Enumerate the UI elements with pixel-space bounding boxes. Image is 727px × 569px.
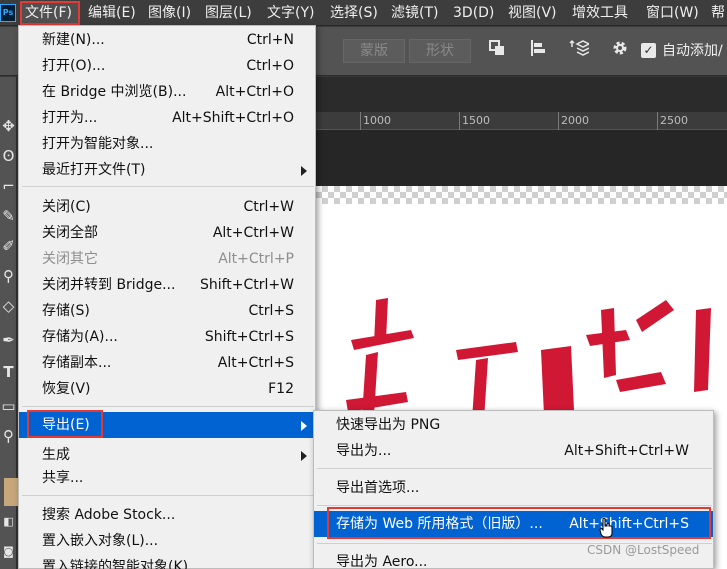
ruler-tick xyxy=(558,112,559,130)
menu-item-close-all[interactable]: 关闭全部 Alt+Ctrl+W xyxy=(19,220,315,246)
menu-bar: Ps 文件(F) 编辑(E) 图像(I) 图层(L) 文字(Y) 选择(S) 滤… xyxy=(0,0,727,26)
menu-item-open[interactable]: 打开(O)... Ctrl+O xyxy=(19,53,315,79)
menu-item-close-go-bridge[interactable]: 关闭并转到 Bridge... Shift+Ctrl+W xyxy=(19,272,315,298)
tools-panel: ✥ ʘ ⌐ ✎ ✐ ⚲ ◇ ✒ T ▭ ⚲ ◧ ◙ xyxy=(0,77,18,569)
menu-layer[interactable]: 图层(L) xyxy=(205,0,252,26)
submenu-item-quick-export-png[interactable]: 快速导出为 PNG xyxy=(314,412,713,438)
watermark: CSDN @LostSpeed xyxy=(587,543,700,557)
menu-item-revert[interactable]: 恢复(V) F12 xyxy=(19,376,315,402)
menu-view[interactable]: 视图(V) xyxy=(508,0,557,26)
menu-item-save-as[interactable]: 存储为(A)... Shift+Ctrl+S xyxy=(19,324,315,350)
menu-3d[interactable]: 3D(D) xyxy=(453,0,494,26)
menu-item-open-as[interactable]: 打开为... Alt+Shift+Ctrl+O xyxy=(19,105,315,131)
menu-item-place-embedded[interactable]: 置入嵌入对象(L)... xyxy=(19,528,315,554)
path-operations-icon[interactable] xyxy=(486,39,508,61)
shape-tool-icon[interactable]: ▭ xyxy=(0,393,17,419)
ruler-mark: 2000 xyxy=(561,114,589,127)
ruler-mark: 1000 xyxy=(363,114,391,127)
document-tab-bar xyxy=(316,77,727,112)
crop-tool-icon[interactable]: ⌐ xyxy=(0,173,17,199)
menu-item-save[interactable]: 存储(S) Ctrl+S xyxy=(19,298,315,324)
submenu-arrow-icon xyxy=(301,166,307,176)
auto-add-checkbox[interactable]: ✓ xyxy=(641,43,656,58)
submenu-item-export-preferences[interactable]: 导出首选项... xyxy=(314,475,713,501)
menu-type[interactable]: 文字(Y) xyxy=(267,0,314,26)
menu-item-close[interactable]: 关闭(C) Ctrl+W xyxy=(19,194,315,220)
lasso-tool-icon[interactable]: ʘ xyxy=(0,143,17,169)
menu-separator xyxy=(317,468,712,469)
hand-cursor-icon xyxy=(599,518,613,538)
horizontal-ruler: 1000 1500 2000 2500 xyxy=(316,112,727,130)
menu-separator xyxy=(22,495,314,496)
menu-item-close-others: 关闭其它 Alt+Ctrl+P xyxy=(42,251,294,267)
ruler-tick xyxy=(360,112,361,130)
zoom-tool-icon[interactable]: ⚲ xyxy=(0,423,17,449)
export-annotation-box xyxy=(27,410,103,438)
menu-separator xyxy=(22,406,314,407)
menu-item-recent-files[interactable]: 最近打开文件(T) xyxy=(19,157,315,183)
submenu-arrow-icon xyxy=(301,451,307,461)
ruler-tick xyxy=(459,112,460,130)
menu-edit[interactable]: 编辑(E) xyxy=(88,0,136,26)
type-tool-icon[interactable]: T xyxy=(0,359,17,385)
menu-item-place-linked[interactable]: 置入链接的智能对象(K)... xyxy=(19,554,315,569)
menu-separator xyxy=(22,186,314,187)
menu-item-search-adobe-stock[interactable]: 搜索 Adobe Stock... xyxy=(19,502,315,528)
menu-window[interactable]: 窗口(W) xyxy=(646,0,699,26)
menu-help[interactable]: 帮 xyxy=(711,0,725,26)
path-alignment-icon[interactable] xyxy=(527,39,549,61)
save-for-web-annotation-box xyxy=(327,507,711,539)
brush-tool-icon[interactable]: ✐ xyxy=(0,233,17,259)
submenu-arrow-icon xyxy=(301,421,307,431)
quick-mask-icon[interactable]: ◙ xyxy=(0,539,17,565)
menu-separator xyxy=(317,505,712,506)
menu-item-open-smart-object[interactable]: 打开为智能对象... xyxy=(19,131,315,157)
pen-tool-icon[interactable]: ✒ xyxy=(0,327,17,353)
eyedropper-tool-icon[interactable]: ✎ xyxy=(0,203,17,229)
calligraphy-artwork xyxy=(346,298,711,420)
path-arrangement-icon[interactable] xyxy=(568,39,591,61)
default-colors-icon[interactable]: ◧ xyxy=(0,509,17,535)
menu-item-share[interactable]: 共享... xyxy=(19,465,315,491)
move-tool-icon[interactable]: ✥ xyxy=(0,113,17,139)
photoshop-logo-icon: Ps xyxy=(0,4,16,22)
menu-plugins[interactable]: 增效工具 xyxy=(572,0,628,26)
submenu-item-export-as[interactable]: 导出为... Alt+Shift+Ctrl+W xyxy=(314,438,713,464)
auto-add-label: 自动添加/ xyxy=(662,43,723,59)
ruler-mark: 2500 xyxy=(660,114,688,127)
clone-stamp-tool-icon[interactable]: ⚲ xyxy=(0,263,17,289)
menu-file[interactable]: 文件(F) xyxy=(25,0,72,26)
ruler-tick xyxy=(657,112,658,130)
menu-item-save-copy[interactable]: 存储副本... Alt+Ctrl+S xyxy=(19,350,315,376)
eraser-tool-icon[interactable]: ◇ xyxy=(0,293,17,319)
ruler-mark: 1500 xyxy=(462,114,490,127)
menu-filter[interactable]: 滤镜(T) xyxy=(391,0,438,26)
file-menu-dropdown: 新建(N)... Ctrl+N 打开(O)... Ctrl+O 在 Bridge 中… xyxy=(18,25,316,569)
menu-item-new[interactable]: 新建(N)... Ctrl+N xyxy=(19,27,315,53)
mask-button[interactable]: 蒙版 xyxy=(343,39,405,63)
menu-image[interactable]: 图像(I) xyxy=(148,0,191,26)
shape-button[interactable]: 形状 xyxy=(409,39,471,63)
foreground-color-swatch[interactable] xyxy=(4,478,18,506)
menu-item-browse-bridge[interactable]: 在 Bridge 中浏览(B)... Alt+Ctrl+O xyxy=(19,79,315,105)
menu-select[interactable]: 选择(S) xyxy=(330,0,378,26)
gear-icon[interactable] xyxy=(609,39,631,61)
